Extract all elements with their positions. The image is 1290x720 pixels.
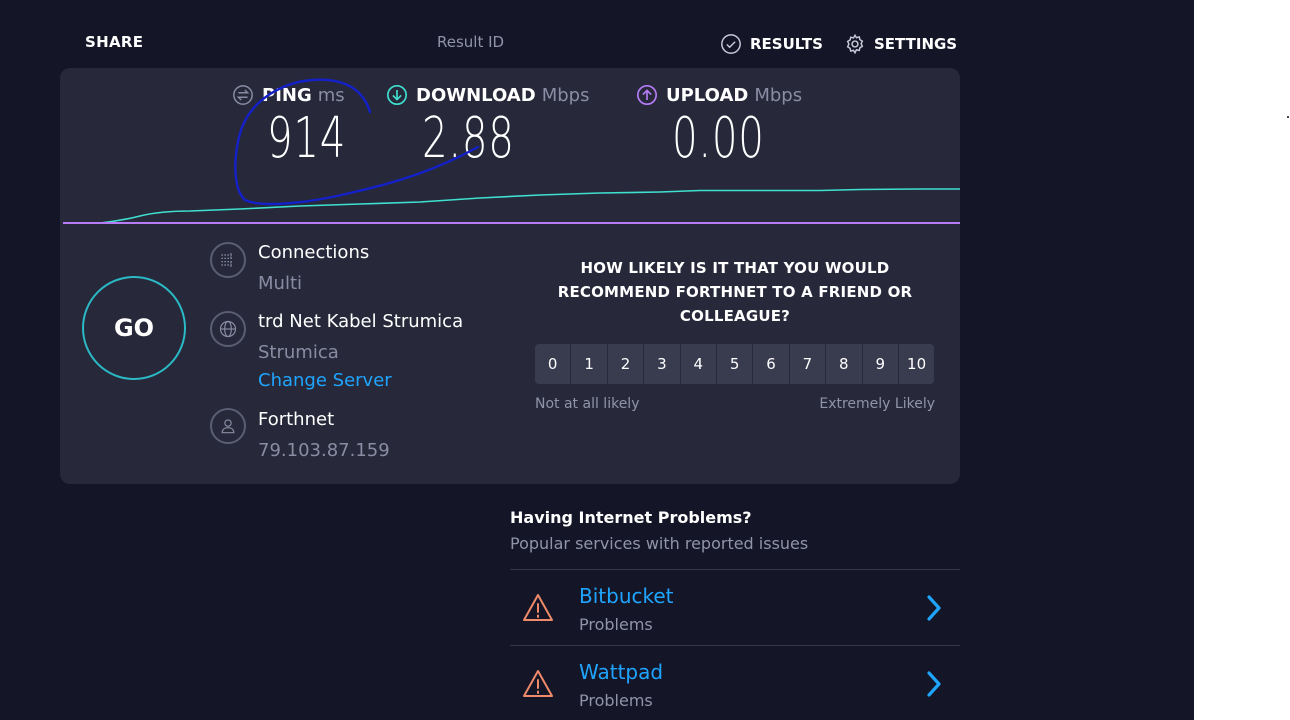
rating-option-2[interactable]: 2	[607, 344, 644, 384]
rating-option-5[interactable]: 5	[716, 344, 753, 384]
provider-name: Forthnet	[258, 409, 335, 430]
problems-subtitle: Popular services with reported issues	[510, 534, 809, 553]
download-metric: DOWNLOAD Mbps 2.88	[386, 84, 589, 170]
rating-option-3[interactable]: 3	[644, 344, 680, 384]
rating-option-10[interactable]: 10	[898, 344, 935, 384]
ping-label: PING	[262, 84, 312, 106]
stray-mark	[1287, 116, 1289, 118]
download-label: DOWNLOAD	[416, 84, 536, 106]
problem-item-wattpad[interactable]: Wattpad Problems	[510, 645, 960, 720]
connections-icon	[210, 242, 246, 278]
go-button[interactable]: GO	[82, 276, 186, 380]
warning-icon	[523, 594, 553, 621]
rating-option-9[interactable]: 9	[862, 344, 898, 384]
connections-label: Connections	[258, 242, 370, 263]
results-button[interactable]: RESULTS	[720, 33, 823, 55]
survey-question: HOW LIKELY IS IT THAT YOU WOULD RECOMMEN…	[557, 259, 913, 325]
speedtest-app: SHARE Result ID RESULTS SETTINGS PING ms	[0, 0, 1194, 720]
connections-value: Multi	[258, 273, 302, 294]
result-panel: PING ms 914 DOWNLOAD Mbps 2.88 UPLOAD Mb	[60, 68, 960, 484]
scale-low-label: Not at all likely	[535, 396, 640, 412]
scale-high-label: Extremely Likely	[819, 396, 935, 412]
rating-option-7[interactable]: 7	[789, 344, 826, 384]
problem-service-name: Wattpad	[579, 660, 664, 684]
speed-graph	[63, 188, 960, 224]
ping-value: 914	[267, 106, 347, 171]
rating-scale: 0 1 2 3 4 5 6 7 8 9 10	[535, 344, 935, 384]
rating-option-0[interactable]: 0	[535, 344, 571, 384]
rating-option-4[interactable]: 4	[680, 344, 716, 384]
server-name: trd Net Kabel Strumica	[258, 311, 464, 332]
rating-option-8[interactable]: 8	[826, 344, 862, 384]
ping-unit: ms	[317, 84, 345, 106]
upload-arrow-icon	[637, 85, 657, 105]
change-server-link[interactable]: Change Server	[258, 370, 463, 392]
connections-info: Connections Multi	[210, 242, 369, 295]
results-label: RESULTS	[750, 35, 823, 53]
upload-unit: Mbps	[754, 84, 803, 106]
download-arrow-icon	[387, 85, 407, 105]
warning-icon	[523, 670, 553, 697]
ping-metric: PING ms 914	[232, 84, 377, 170]
settings-label: SETTINGS	[874, 35, 958, 53]
server-info: trd Net Kabel Strumica Strumica Change S…	[210, 311, 463, 392]
user-icon	[210, 408, 246, 444]
result-id-link[interactable]: Result ID	[437, 33, 504, 51]
download-value: 2.88	[422, 106, 515, 171]
rating-option-1[interactable]: 1	[571, 344, 607, 384]
chevron-right-icon	[927, 671, 941, 697]
problems-title: Having Internet Problems?	[510, 508, 752, 527]
problem-service-name: Bitbucket	[579, 584, 674, 608]
download-speed-line	[63, 188, 960, 224]
problem-item-bitbucket[interactable]: Bitbucket Problems	[510, 569, 960, 645]
problem-status: Problems	[579, 615, 653, 634]
settings-button[interactable]: SETTINGS	[844, 33, 957, 55]
rating-option-6[interactable]: 6	[753, 344, 789, 384]
check-circle-icon	[721, 34, 741, 54]
provider-info: Forthnet 79.103.87.159	[210, 408, 390, 462]
chevron-right-icon	[927, 595, 941, 621]
provider-ip: 79.103.87.159	[258, 440, 390, 461]
upload-label: UPLOAD	[666, 84, 749, 106]
internet-problems-section: Having Internet Problems? Popular servic…	[510, 508, 960, 720]
gear-icon	[846, 33, 864, 55]
server-location: Strumica	[258, 342, 339, 363]
recommend-survey: HOW LIKELY IS IT THAT YOU WOULD RECOMMEN…	[535, 256, 935, 412]
upload-metric: UPLOAD Mbps 0.00	[636, 84, 802, 170]
ping-icon	[233, 85, 253, 105]
blank-area	[1194, 0, 1290, 720]
problem-status: Problems	[579, 691, 653, 710]
upload-value: 0.00	[672, 106, 765, 171]
download-unit: Mbps	[541, 84, 590, 106]
globe-icon	[210, 311, 246, 347]
share-button[interactable]: SHARE	[85, 33, 143, 51]
